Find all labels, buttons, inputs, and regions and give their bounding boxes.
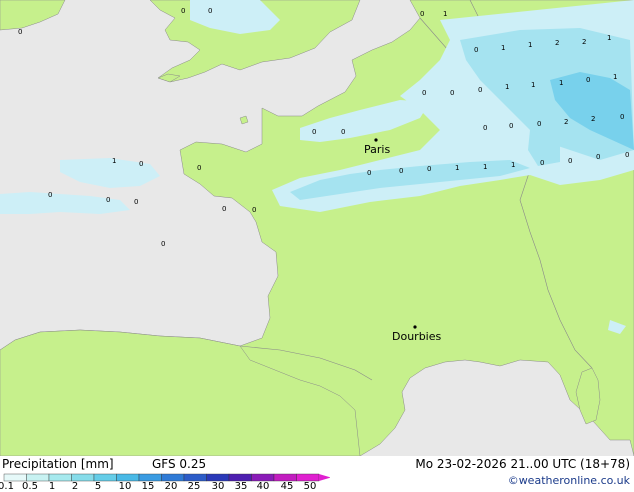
city-label-dourbies: Dourbies <box>392 330 442 343</box>
colorbar-segment <box>3 473 27 482</box>
precip-value: 0 <box>399 167 403 175</box>
precip-value: 1 <box>531 81 535 89</box>
precip-value: 0 <box>208 7 212 15</box>
precip-value: 0 <box>312 128 316 136</box>
colorbar-tick-label: 10 <box>118 481 132 492</box>
colorbar-tick-label: 50 <box>303 481 317 492</box>
precip-value: 0 <box>509 122 513 130</box>
precip-value: 0 <box>252 206 256 214</box>
precip-value: 0 <box>537 120 541 128</box>
precip-value: 0 <box>222 205 226 213</box>
precip-value: 0 <box>420 10 424 18</box>
colorbar-segment <box>161 473 185 482</box>
precip-value: 2 <box>582 38 586 46</box>
colorbar-tick-label: 5 <box>94 481 102 492</box>
precip-value: 0 <box>139 160 143 168</box>
colorbar-segment <box>93 473 117 482</box>
colorbar-segment <box>48 473 72 482</box>
precip-value: 0 <box>596 153 600 161</box>
colorbar-tick-label: 0.1 <box>0 481 14 492</box>
footer-datetime: Mo 23-02-2026 21..00 UTC (18+78) <box>415 457 630 471</box>
precip-value: 0 <box>341 128 345 136</box>
precip-value: 1 <box>443 10 447 18</box>
precip-value: 2 <box>591 115 595 123</box>
precip-value: 0 <box>427 165 431 173</box>
precip-value: 2 <box>555 39 559 47</box>
precip-value: 0 <box>478 86 482 94</box>
precip-value: 1 <box>511 161 515 169</box>
precip-value: 0 <box>620 113 624 121</box>
precip-value: 0 <box>422 89 426 97</box>
precip-value: 1 <box>112 157 116 165</box>
precip-value: 0 <box>48 191 52 199</box>
colorbar-tick-label: 0.5 <box>22 481 38 492</box>
precip-value: 0 <box>106 196 110 204</box>
precipitation-map: 0 0 0 0 1 0 1 1 2 2 1 0 0 1 1 1 0 1 2 2 0 0 0 0 0 0 0 0 0 0 1 1 1 0 0 0 0 1 0 0… <box>0 0 634 456</box>
colorbar-segment <box>183 473 207 482</box>
precip-value: 1 <box>607 34 611 42</box>
precip-value: 0 <box>540 159 544 167</box>
colorbar-tick-label: 15 <box>141 481 155 492</box>
precip-value: 0 <box>161 240 165 248</box>
precip-value: 1 <box>501 44 505 52</box>
colorbar-tick-label: 25 <box>187 481 201 492</box>
precip-value: 1 <box>483 163 487 171</box>
precip-value: 1 <box>559 79 563 87</box>
precip-value: 0 <box>18 28 22 36</box>
colorbar-segment <box>251 473 275 482</box>
colorbar-tick-label: 35 <box>234 481 248 492</box>
footer-credit: ©weatheronline.co.uk <box>507 474 630 487</box>
footer-model: GFS 0.25 <box>152 457 207 471</box>
precip-value: 0 <box>474 46 478 54</box>
colorbar-segment <box>71 473 95 482</box>
precip-value: 0 <box>586 76 590 84</box>
colorbar-tick-label: 45 <box>280 481 294 492</box>
city-marker <box>413 325 417 329</box>
precip-value: 1 <box>613 73 617 81</box>
colorbar-arrow <box>319 474 330 481</box>
colorbar-segment <box>26 473 50 482</box>
colorbar-segment <box>228 473 252 482</box>
colorbar-segment <box>116 473 140 482</box>
colorbar-tick-label: 1 <box>48 481 56 492</box>
precip-value: 0 <box>197 164 201 172</box>
precip-value: 0 <box>367 169 371 177</box>
precip-value: 0 <box>134 198 138 206</box>
footer-title: Precipitation [mm] <box>2 457 114 471</box>
precip-value: 0 <box>181 7 185 15</box>
colorbar-segment <box>206 473 230 482</box>
precip-value: 0 <box>483 124 487 132</box>
colorbar-segment <box>273 473 297 482</box>
precip-value: 1 <box>455 164 459 172</box>
colorbar-tick-label: 20 <box>164 481 178 492</box>
precip-value: 0 <box>625 151 629 159</box>
colorbar-tick-label: 2 <box>71 481 79 492</box>
colorbar-segment <box>296 473 320 482</box>
colorbar-tick-label: 30 <box>211 481 225 492</box>
precip-value: 2 <box>564 118 568 126</box>
city-marker <box>374 138 378 142</box>
city-label-paris: Paris <box>364 143 390 156</box>
precip-value: 0 <box>450 89 454 97</box>
precip-value: 1 <box>505 83 509 91</box>
precip-value: 0 <box>568 157 572 165</box>
precip-value: 1 <box>528 41 532 49</box>
colorbar-tick-label: 40 <box>256 481 270 492</box>
colorbar-segment <box>138 473 162 482</box>
